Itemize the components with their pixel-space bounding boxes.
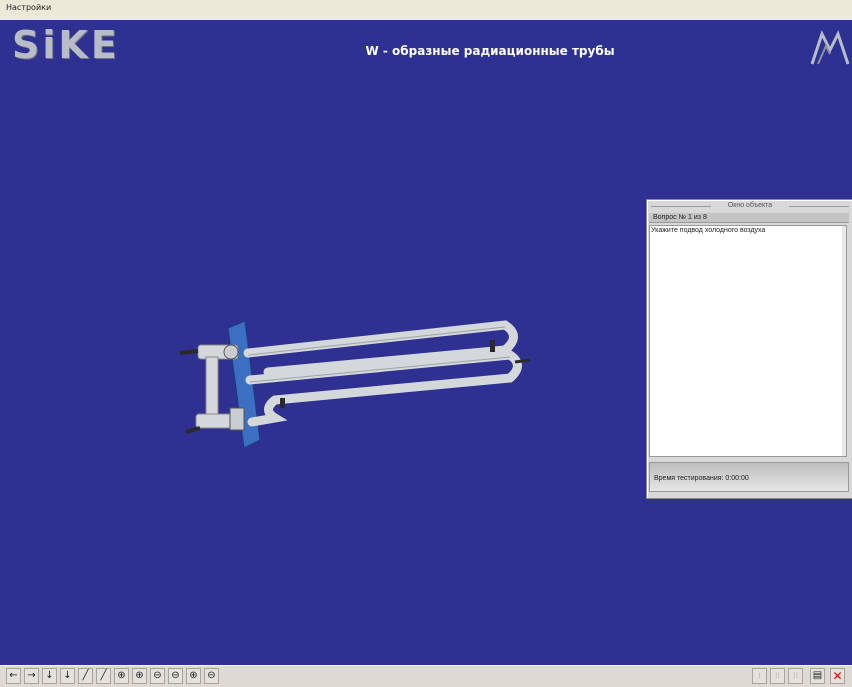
arrow-left-icon[interactable]: ← [6,668,21,684]
object-window: Окно объекта Вопрос № 1 из 8 Укажите под… [646,199,852,499]
arrow-down-icon[interactable]: ↓ [60,668,75,684]
panel-footer: Время тестирования: 0:00:00 [649,462,849,492]
rotate-vertical-icon[interactable]: ⊕ [114,668,129,684]
zoom-out-icon[interactable]: ⊖ [204,668,219,684]
scrollbar[interactable] [842,226,846,456]
question-area: Укажите подвод холодного воздуха [649,225,847,457]
rotate-diag-left-icon[interactable]: ╱ [78,668,93,684]
question-text: Укажите подвод холодного воздуха [651,227,766,234]
upper-tube [243,320,518,377]
arrow-down-icon[interactable]: ↓ [42,668,57,684]
panel-title: Окно объекта [727,202,773,209]
tool-icon-1[interactable]: ⁞ [752,668,767,684]
3d-viewport[interactable]: SiKE W - образные радиационные трубы Окн… [0,20,852,665]
test-timer: Время тестирования: 0:00:00 [654,475,749,482]
bottom-toolbar: ← → ↓ ↓ ╱ ╱ ⊕ ⊕ ⊖ ⊖ ⊕ ⊖ ⁞ ⁞⁞ ⁞⁞ ▤ ✕ [0,665,852,687]
menu-bar: Настройки [0,0,852,21]
tool-icon-3[interactable]: ⁞⁞ [788,668,803,684]
question-number: Вопрос № 1 из 8 [649,213,849,223]
rotate-horizontal-icon[interactable]: ⊖ [150,668,165,684]
tool-icon-2[interactable]: ⁞⁞ [770,668,785,684]
window-icon[interactable]: ▤ [810,668,825,684]
rotate-vertical-icon[interactable]: ⊕ [132,668,147,684]
close-icon[interactable]: ✕ [830,668,845,684]
menu-settings[interactable]: Настройки [6,3,51,12]
arrow-right-icon[interactable]: → [24,668,39,684]
zoom-in-icon[interactable]: ⊕ [186,668,201,684]
rotate-diag-right-icon[interactable]: ╱ [96,668,111,684]
rotate-horizontal-icon[interactable]: ⊖ [168,668,183,684]
